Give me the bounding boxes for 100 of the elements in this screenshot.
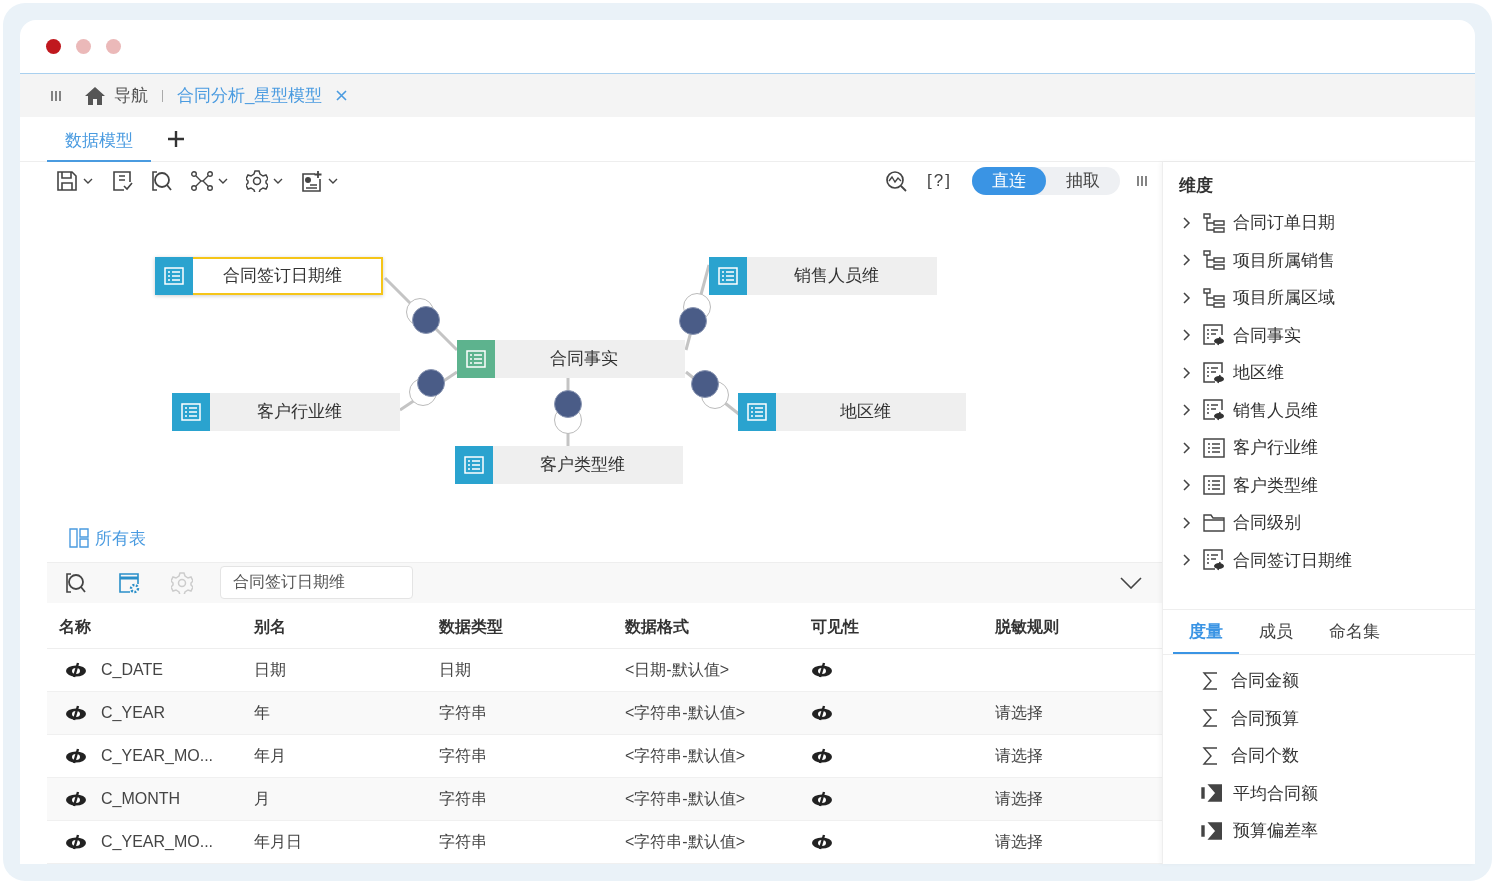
help-button[interactable]: [?] (923, 170, 956, 191)
zoom-fit-icon[interactable] (885, 169, 908, 192)
data-type-cell-text: 字符串 (439, 702, 488, 723)
dimension-item[interactable]: 合同事实 (1183, 316, 1475, 354)
dimension-label: 合同级别 (1233, 512, 1301, 535)
table-visibility-icon (1203, 324, 1225, 347)
dimension-item[interactable]: 合同签订日期维 (1183, 541, 1475, 579)
dimension-label: 合同签订日期维 (1233, 549, 1352, 572)
close-window-dot[interactable] (46, 39, 61, 54)
home-nav-button[interactable]: 导航 (84, 84, 148, 107)
column-header: 数据格式 (625, 617, 690, 637)
masking-rule-select[interactable]: 请选择 (995, 745, 1043, 767)
maximize-window-dot[interactable] (106, 39, 121, 54)
data-type-cell-text: 字符串 (439, 788, 488, 809)
table-node[interactable]: 客户行业维 (172, 392, 400, 431)
table-node[interactable]: 地区维 (738, 392, 966, 431)
mode-option[interactable]: 抽取 (1046, 166, 1120, 195)
visibility-icon (65, 791, 87, 807)
chevron-icon[interactable] (1183, 441, 1191, 454)
dimension-label: 项目所属销售 (1233, 249, 1335, 272)
table-node[interactable]: 合同签订日期维 (155, 256, 383, 295)
measure-item[interactable]: 预算偏差率 (1201, 812, 1475, 850)
minimize-window-dot[interactable] (76, 39, 91, 54)
caret-icon[interactable] (83, 177, 93, 184)
check-document-icon[interactable] (111, 169, 133, 192)
table-icon (181, 402, 201, 421)
dimension-label: 合同事实 (1233, 324, 1301, 347)
dimension-item[interactable]: 项目所属销售 (1183, 241, 1475, 279)
dimension-item[interactable]: 合同级别 (1183, 504, 1475, 542)
table-icon (747, 402, 767, 421)
chevron-icon[interactable] (1183, 291, 1191, 304)
relationship-connector[interactable] (400, 367, 457, 410)
visibility-icon[interactable] (811, 705, 833, 721)
visibility-icon (65, 662, 87, 678)
chevron-icon[interactable] (1183, 329, 1191, 342)
dimension-item[interactable]: 销售人员维 (1183, 391, 1475, 429)
table-node[interactable]: 销售人员维 (709, 256, 937, 295)
table-visibility-icon (1203, 399, 1225, 422)
field-name: C_YEAR (101, 704, 166, 722)
alias-cell-text: 日期 (254, 659, 287, 680)
masking-rule-select[interactable]: 请选择 (995, 788, 1043, 810)
dimension-item[interactable]: 项目所属区域 (1183, 279, 1475, 317)
chevron-icon[interactable] (1183, 404, 1191, 417)
caret-icon[interactable] (328, 177, 338, 184)
table-settings-icon[interactable] (118, 571, 140, 594)
chevron-icon[interactable] (1183, 366, 1191, 379)
chevron-icon[interactable] (1183, 554, 1191, 567)
visibility-icon[interactable] (811, 662, 833, 678)
visibility-icon (65, 705, 87, 721)
node-label: 客户行业维 (255, 401, 343, 424)
table-icon (1203, 437, 1225, 458)
search-icon[interactable] (151, 169, 173, 192)
dimension-item[interactable]: 客户类型维 (1183, 466, 1475, 504)
panel-tab[interactable]: 命名集 (1313, 610, 1396, 654)
menu-icon[interactable] (50, 89, 62, 102)
dimension-item[interactable]: 合同订单日期 (1183, 204, 1475, 242)
measure-item[interactable]: 平均合同额 (1201, 774, 1475, 812)
search-icon[interactable] (65, 571, 87, 594)
data-format-cell-text: <字符串-默认值> (625, 702, 746, 723)
table-node[interactable]: 客户类型维 (455, 445, 683, 484)
visibility-icon (65, 748, 87, 764)
measure-label: 合同个数 (1231, 745, 1299, 768)
measure-item[interactable]: 合同金额 (1201, 662, 1475, 700)
visibility-icon[interactable] (811, 834, 833, 850)
data-format-cell-text: <字符串-默认值> (625, 745, 746, 766)
measure-label: 平均合同额 (1233, 782, 1318, 805)
chevron-down-icon[interactable] (1120, 576, 1142, 589)
caret-icon[interactable] (273, 177, 283, 184)
settings-icon[interactable] (246, 169, 268, 192)
data-format-cell-text: <字符串-默认值> (625, 831, 746, 852)
dimension-item[interactable]: 客户行业维 (1183, 429, 1475, 467)
visibility-icon[interactable] (811, 748, 833, 764)
node-label: 销售人员维 (792, 265, 880, 288)
network-icon[interactable] (191, 170, 213, 191)
chevron-icon[interactable] (1183, 216, 1191, 229)
dimension-label: 销售人员维 (1233, 399, 1318, 422)
relationship-connector[interactable] (385, 277, 457, 350)
table-name-field[interactable]: 合同签订日期维 (220, 566, 413, 600)
chevron-icon[interactable] (1183, 479, 1191, 492)
table-icon (464, 455, 484, 474)
measure-item[interactable]: 合同个数 (1201, 737, 1475, 775)
save-icon[interactable] (56, 169, 78, 192)
field-name: C_MONTH (101, 790, 181, 808)
alias-cell-text: 年 (254, 702, 271, 723)
data-type-cell-text: 字符串 (439, 745, 488, 766)
masking-rule-select[interactable]: 请选择 (995, 702, 1043, 724)
chevron-icon[interactable] (1183, 254, 1191, 267)
visibility-icon[interactable] (811, 791, 833, 807)
chevron-icon[interactable] (1183, 516, 1191, 529)
add-icon[interactable] (167, 130, 185, 148)
caret-icon[interactable] (218, 177, 228, 184)
masking-rule-select[interactable]: 请选择 (995, 831, 1043, 853)
add-chart-icon[interactable] (301, 169, 323, 192)
dimension-item[interactable]: 地区维 (1183, 354, 1475, 392)
table-icon (718, 266, 738, 285)
columns-icon[interactable] (1136, 174, 1148, 187)
panel-tab[interactable]: 成员 (1243, 610, 1309, 654)
table-node[interactable]: 合同事实 (457, 339, 685, 378)
measure-item[interactable]: 合同预算 (1201, 699, 1475, 737)
close-icon[interactable] (336, 90, 348, 101)
